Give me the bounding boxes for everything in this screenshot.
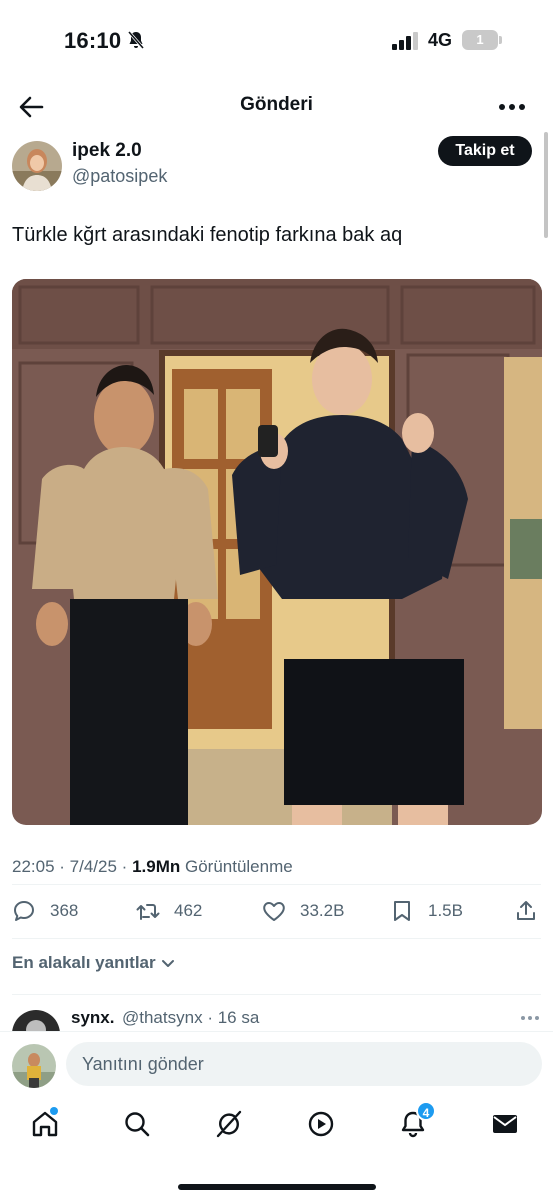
battery-icon: 1 [462, 30, 502, 50]
author-name[interactable]: ipek 2.0 [72, 140, 142, 162]
more-options-icon[interactable] [519, 1010, 541, 1026]
grok-icon [216, 1110, 242, 1138]
like-button[interactable]: 33.2B [262, 896, 344, 926]
header: Gönderi [0, 84, 553, 128]
photo-illustration [12, 279, 542, 825]
retweet-icon [136, 904, 160, 920]
retweet-count: 462 [174, 901, 203, 920]
nav-messages[interactable] [490, 1109, 522, 1141]
follow-button[interactable]: Takip et [438, 136, 532, 166]
nav-video[interactable] [306, 1109, 338, 1141]
play-icon [308, 1111, 334, 1137]
reply-count: 368 [50, 901, 79, 920]
nav-home[interactable] [30, 1107, 62, 1141]
reply-author-handle[interactable]: @thatsynx [122, 1008, 203, 1027]
reply-meta: @thatsynx · 16 sa [122, 1008, 260, 1027]
network-type: 4G [428, 30, 453, 50]
replies-sort-label: En alakalı yanıtlar [12, 953, 156, 972]
bookmark-count: 1.5B [428, 901, 463, 920]
chevron-down-icon [161, 960, 174, 967]
tweet-meta: 22:05 · 7/4/25 · 1.9Mn Görüntülenme [12, 857, 293, 876]
mail-icon [493, 1115, 517, 1133]
author-avatar[interactable] [12, 141, 62, 191]
reply-input[interactable] [66, 1042, 542, 1086]
reply-button[interactable]: 368 [12, 896, 78, 926]
heart-icon [263, 902, 285, 921]
battery-level: 1 [476, 32, 484, 47]
signal-icon [392, 32, 418, 50]
divider [12, 884, 541, 885]
bottom-nav: 4 [0, 1097, 553, 1157]
status-bar: 16:10 4G 1 [0, 0, 553, 80]
views-label[interactable]: Görüntülenme [185, 857, 293, 876]
my-avatar[interactable] [12, 1044, 56, 1088]
reply-author-name[interactable]: synx. [71, 1008, 114, 1028]
scrollbar[interactable] [544, 132, 548, 238]
bookmark-button[interactable]: 1.5B [390, 896, 463, 926]
replies-sort-dropdown[interactable]: En alakalı yanıtlar [12, 953, 176, 973]
views-count[interactable]: 1.9Mn [132, 857, 180, 876]
notification-badge: 4 [416, 1101, 436, 1121]
tweet-time: 22:05 [12, 857, 55, 876]
retweet-button[interactable]: 462 [136, 896, 202, 926]
author-handle[interactable]: @patosipek [72, 166, 167, 187]
divider [12, 938, 541, 939]
search-icon [125, 1112, 150, 1137]
bell-off-icon [127, 31, 145, 49]
reply-composer [0, 1031, 553, 1097]
like-count: 33.2B [300, 901, 345, 920]
tweet-date: 7/4/25 [69, 857, 117, 876]
page-title: Gönderi [240, 94, 313, 115]
tweet-text: Türkle kğrt arasındaki fenotip farkına b… [12, 224, 403, 246]
reply-icon [14, 901, 34, 921]
share-button[interactable] [514, 896, 538, 926]
bookmark-icon [394, 901, 410, 921]
more-options-icon[interactable] [497, 92, 527, 122]
reply-time: 16 sa [217, 1008, 260, 1027]
share-icon [517, 901, 535, 920]
nav-grok[interactable] [214, 1109, 246, 1141]
tweet-photo[interactable] [12, 279, 542, 825]
home-notification-dot [50, 1107, 58, 1115]
home-indicator[interactable] [178, 1184, 376, 1190]
nav-search[interactable] [122, 1109, 154, 1141]
nav-notifications[interactable]: 4 [398, 1101, 436, 1141]
status-time: 16:10 [64, 28, 122, 53]
divider [12, 994, 541, 995]
